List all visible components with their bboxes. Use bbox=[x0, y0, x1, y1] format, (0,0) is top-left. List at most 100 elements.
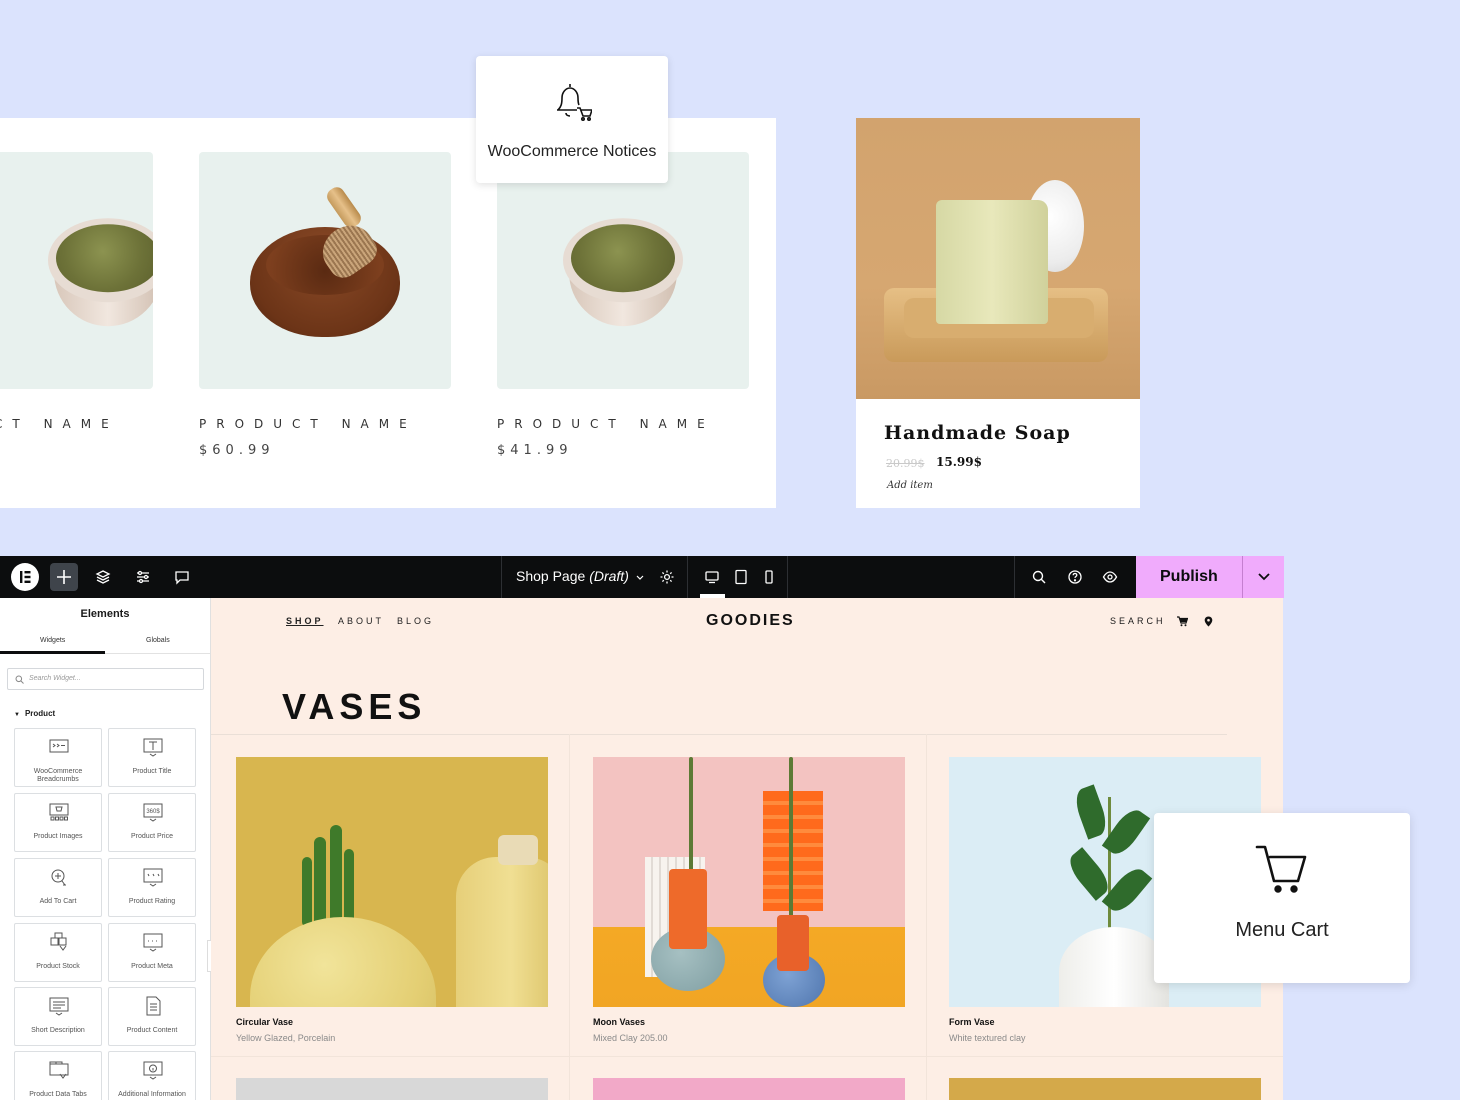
menu-cart-label: Menu Cart bbox=[1235, 919, 1329, 941]
product-name[interactable]: Moon Vases bbox=[593, 1017, 645, 1027]
category-product[interactable]: ▼ Product bbox=[14, 709, 55, 718]
widget-additional-information[interactable]: Additional Information bbox=[108, 1051, 196, 1100]
product-card[interactable]: PRODUCT NAME $41.99 bbox=[497, 152, 749, 458]
nav-blog[interactable]: BLOG bbox=[397, 616, 434, 626]
page-settings-gear-icon[interactable] bbox=[653, 564, 681, 590]
location-pin-icon[interactable] bbox=[1204, 616, 1213, 627]
nav-about[interactable]: ABOUT bbox=[338, 616, 384, 626]
chevron-down-icon[interactable] bbox=[626, 564, 654, 590]
product-image[interactable] bbox=[949, 1078, 1261, 1100]
product-name[interactable]: Form Vase bbox=[949, 1017, 995, 1027]
bell-cart-icon bbox=[557, 84, 592, 121]
widget-product-content[interactable]: Product Content bbox=[108, 987, 196, 1046]
woocommerce-notices-widget[interactable]: WooCommerce Notices bbox=[476, 56, 668, 183]
product-card[interactable]: PRODUCT NAME bbox=[0, 152, 153, 431]
desktop-view-icon[interactable] bbox=[698, 564, 726, 590]
soap-product-card[interactable]: Handmade Soap 20.99$ 15.99$ Add item bbox=[856, 118, 1140, 508]
elements-panel: Elements Widgets Globals Search Widget..… bbox=[0, 598, 211, 1100]
product-description: Mixed Clay 205.00 bbox=[593, 1033, 668, 1043]
preview-eye-icon[interactable] bbox=[1096, 564, 1124, 590]
widget-label: Product Price bbox=[130, 833, 174, 840]
site-brand-logo[interactable]: GOODIES bbox=[706, 612, 795, 630]
tab-widgets[interactable]: Widgets bbox=[40, 637, 65, 644]
widget-label: Additional Information bbox=[118, 1091, 186, 1098]
product-card[interactable]: PRODUCT NAME $60.99 bbox=[199, 152, 451, 458]
widget-label: WooCommerce Breadcrumbs bbox=[33, 768, 83, 783]
search-icon[interactable] bbox=[1025, 564, 1053, 590]
product-image[interactable] bbox=[593, 1078, 905, 1100]
add-item-link[interactable]: Add item bbox=[887, 480, 933, 491]
widget-label: Product Content bbox=[126, 1027, 178, 1034]
svg-text:360$: 360$ bbox=[146, 809, 160, 815]
add-to-cart-icon bbox=[51, 869, 66, 886]
publish-label: Publish bbox=[1160, 568, 1218, 585]
product-price: $41.99 bbox=[497, 443, 573, 458]
product-image-circular-vase[interactable] bbox=[236, 757, 548, 1007]
cart-icon bbox=[1255, 845, 1307, 893]
site-preview-canvas: SHOP ABOUT BLOG GOODIES SEARCH VASES Cir… bbox=[211, 598, 1283, 1100]
widget-label: Product Meta bbox=[131, 963, 173, 970]
document-title[interactable]: Shop Page (Draft) bbox=[516, 568, 629, 584]
layers-icon[interactable] bbox=[89, 564, 117, 590]
product-meta-icon bbox=[143, 933, 163, 952]
widget-label: Product Images bbox=[33, 833, 83, 840]
product-image[interactable] bbox=[236, 1078, 548, 1100]
site-settings-icon[interactable] bbox=[129, 564, 157, 590]
widget-label: Product Data Tabs bbox=[29, 1091, 87, 1098]
document-status: (Draft) bbox=[589, 568, 629, 584]
tablet-view-icon[interactable] bbox=[727, 564, 755, 590]
add-element-button[interactable] bbox=[50, 563, 78, 591]
product-name: PRODUCT NAME bbox=[497, 417, 715, 431]
product-image bbox=[497, 152, 749, 389]
widget-add-to-cart[interactable]: Add To Cart bbox=[14, 858, 102, 917]
editor-topbar: Shop Page (Draft) Publish bbox=[0, 556, 1284, 598]
product-content-icon bbox=[146, 996, 161, 1016]
product-price: $60.99 bbox=[199, 443, 275, 458]
elementor-logo-icon[interactable] bbox=[11, 563, 39, 591]
tab-globals[interactable]: Globals bbox=[146, 637, 170, 644]
search-icon bbox=[15, 675, 24, 684]
panel-title: Elements bbox=[80, 608, 130, 620]
product-title-icon bbox=[143, 738, 163, 757]
product-data-tabs-icon bbox=[49, 1061, 69, 1079]
widget-product-title[interactable]: Product Title bbox=[108, 728, 196, 787]
widget-woocommerce-breadcrumbs[interactable]: WooCommerce Breadcrumbs bbox=[14, 728, 102, 787]
product-description: Yellow Glazed, Porcelain bbox=[236, 1033, 336, 1043]
menu-cart-widget[interactable]: Menu Cart bbox=[1154, 813, 1410, 983]
product-image bbox=[0, 152, 153, 389]
short-description-icon bbox=[49, 997, 69, 1016]
product-price-icon: 360$ bbox=[143, 803, 163, 822]
soap-title: Handmade Soap bbox=[884, 422, 1071, 444]
widget-label: Add To Cart bbox=[39, 898, 77, 905]
widget-product-price[interactable]: 360$ Product Price bbox=[108, 793, 196, 852]
widget-label: Product Rating bbox=[128, 898, 176, 905]
soap-image bbox=[856, 118, 1140, 399]
product-image-moon-vases[interactable] bbox=[593, 757, 905, 1007]
product-images-icon bbox=[49, 803, 69, 821]
panel-tabs: Widgets Globals bbox=[0, 628, 210, 654]
chevron-down-icon[interactable] bbox=[1256, 570, 1272, 584]
widget-label: Product Title bbox=[132, 768, 172, 775]
widget-short-description[interactable]: Short Description bbox=[14, 987, 102, 1046]
mobile-view-icon[interactable] bbox=[755, 564, 783, 590]
widget-product-rating[interactable]: Product Rating bbox=[108, 858, 196, 917]
product-name: PRODUCT NAME bbox=[199, 417, 417, 431]
product-stock-icon bbox=[50, 932, 67, 951]
widget-product-data-tabs[interactable]: Product Data Tabs bbox=[14, 1051, 102, 1100]
category-label: Product bbox=[24, 709, 56, 718]
widget-label: Short Description bbox=[31, 1027, 85, 1034]
product-image bbox=[199, 152, 451, 389]
product-rating-icon bbox=[143, 868, 163, 887]
comments-icon[interactable] bbox=[168, 564, 196, 590]
cart-icon[interactable] bbox=[1176, 616, 1188, 627]
nav-shop[interactable]: SHOP bbox=[286, 616, 324, 626]
help-icon[interactable] bbox=[1061, 564, 1089, 590]
product-name[interactable]: Circular Vase bbox=[236, 1017, 293, 1027]
widget-product-images[interactable]: Product Images bbox=[14, 793, 102, 852]
site-search-link[interactable]: SEARCH bbox=[1110, 616, 1166, 626]
publish-button[interactable]: Publish bbox=[1136, 556, 1284, 598]
additional-information-icon bbox=[143, 1061, 163, 1080]
widget-search-input[interactable]: Search Widget... bbox=[7, 668, 204, 690]
widget-product-stock[interactable]: Product Stock bbox=[14, 923, 102, 982]
widget-product-meta[interactable]: Product Meta bbox=[108, 923, 196, 982]
